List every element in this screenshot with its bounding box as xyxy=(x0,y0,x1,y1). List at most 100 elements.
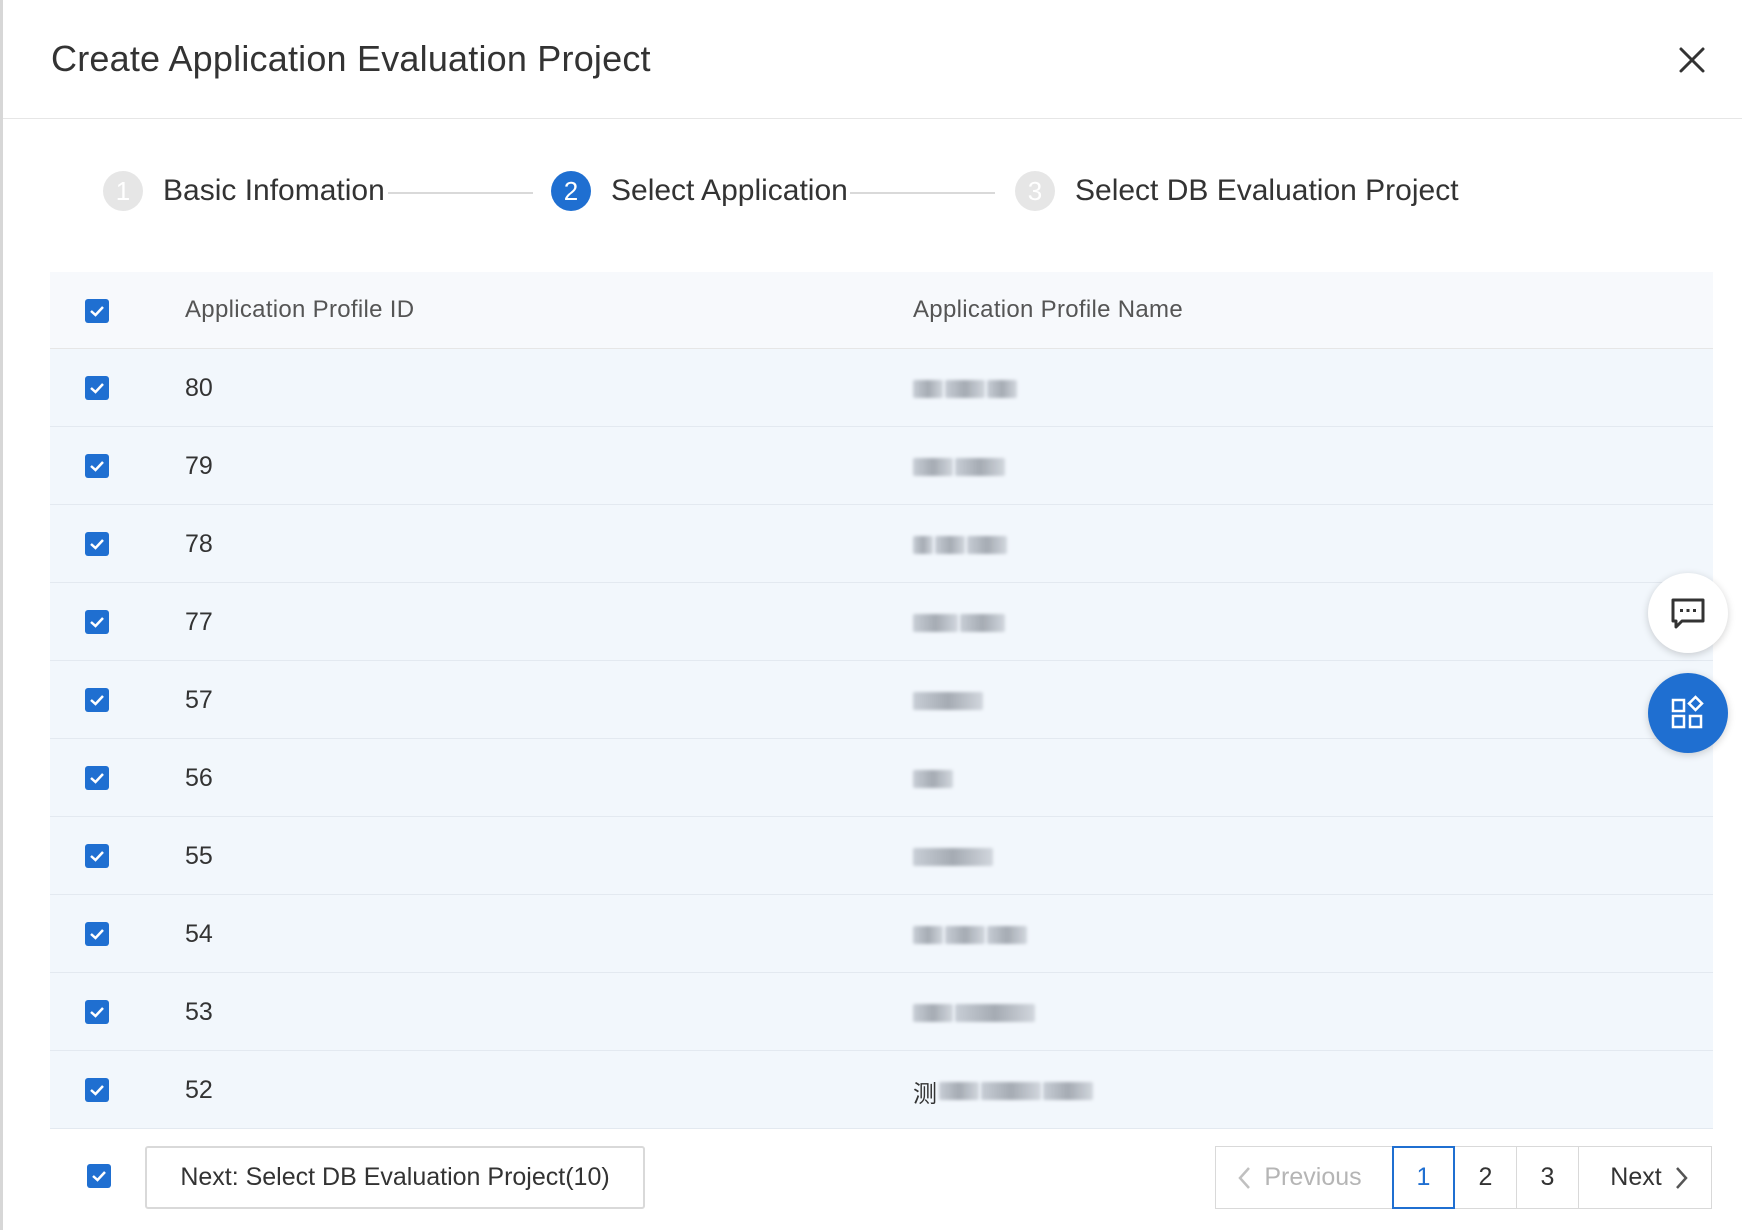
checkmark-icon xyxy=(90,1085,104,1096)
table-row[interactable]: 54 xyxy=(50,895,1713,973)
dialog-header: Create Application Evaluation Project xyxy=(3,0,1742,119)
column-header-name[interactable]: Application Profile Name xyxy=(913,296,1183,324)
redacted-text xyxy=(913,770,953,788)
table-row[interactable]: 56 xyxy=(50,739,1713,817)
step-label-1: Basic Infomation xyxy=(163,174,385,207)
chat-button[interactable] xyxy=(1648,573,1728,653)
step-select-db-project[interactable]: 3 Select DB Evaluation Project xyxy=(1015,171,1459,211)
row-checkbox[interactable] xyxy=(85,376,109,400)
chevron-left-icon xyxy=(1238,1166,1251,1189)
row-checkbox[interactable] xyxy=(85,688,109,712)
redacted-text xyxy=(913,380,943,398)
redacted-text xyxy=(945,926,985,944)
table-row[interactable]: 57 xyxy=(50,661,1713,739)
application-profile-id: 78 xyxy=(185,530,213,558)
page-1-button[interactable]: 1 xyxy=(1392,1146,1455,1209)
redacted-text xyxy=(981,1082,1041,1100)
application-table: Application Profile ID Application Profi… xyxy=(50,272,1713,1129)
close-button[interactable] xyxy=(1672,40,1712,80)
next-label: Next xyxy=(1610,1163,1662,1191)
chat-bubble-icon xyxy=(1671,598,1705,629)
step-connector xyxy=(850,192,995,194)
create-project-dialog: Create Application Evaluation Project 1 … xyxy=(3,0,1742,1230)
row-checkbox[interactable] xyxy=(85,1000,109,1024)
redacted-text xyxy=(955,1004,1035,1022)
redacted-text xyxy=(913,614,958,632)
row-checkbox[interactable] xyxy=(85,532,109,556)
page-2-button[interactable]: 2 xyxy=(1454,1146,1517,1209)
checkmark-icon xyxy=(90,773,104,784)
step-label-2: Select Application xyxy=(611,174,848,207)
select-all-checkbox[interactable] xyxy=(85,299,109,323)
application-profile-name xyxy=(913,453,1007,481)
row-checkbox[interactable] xyxy=(85,844,109,868)
table-header: Application Profile ID Application Profi… xyxy=(50,272,1713,349)
table-row[interactable]: 80 xyxy=(50,349,1713,427)
application-profile-id: 79 xyxy=(185,452,213,480)
checkmark-icon xyxy=(90,617,104,628)
checkmark-icon xyxy=(92,1171,106,1182)
checkmark-icon xyxy=(90,461,104,472)
step-connector xyxy=(388,192,533,194)
redacted-text xyxy=(913,536,933,554)
step-number-2: 2 xyxy=(551,171,591,211)
redacted-text xyxy=(987,926,1027,944)
application-profile-name xyxy=(913,765,955,793)
previous-label: Previous xyxy=(1264,1163,1362,1191)
table-row[interactable]: 78 xyxy=(50,505,1713,583)
application-profile-name xyxy=(913,843,995,871)
previous-page-button[interactable]: Previous xyxy=(1215,1146,1393,1209)
table-row[interactable]: 55 xyxy=(50,817,1713,895)
application-profile-name xyxy=(913,375,1019,403)
page-3-button[interactable]: 3 xyxy=(1516,1146,1579,1209)
redacted-text xyxy=(960,614,1005,632)
step-basic-information[interactable]: 1 Basic Infomation xyxy=(103,171,385,211)
footer-select-all-checkbox[interactable] xyxy=(87,1164,111,1188)
application-profile-name: 测 xyxy=(913,1077,1095,1108)
column-header-id[interactable]: Application Profile ID xyxy=(185,296,414,324)
application-profile-id: 57 xyxy=(185,686,213,714)
redacted-text xyxy=(935,536,965,554)
redacted-text xyxy=(913,926,943,944)
row-checkbox[interactable] xyxy=(85,766,109,790)
row-checkbox[interactable] xyxy=(85,1078,109,1102)
redacted-text xyxy=(1043,1082,1093,1100)
table-row[interactable]: 52 测 xyxy=(50,1051,1713,1129)
table-row[interactable]: 77 xyxy=(50,583,1713,661)
redacted-text xyxy=(945,380,985,398)
redacted-text xyxy=(939,1082,979,1100)
row-checkbox[interactable] xyxy=(85,922,109,946)
row-checkbox[interactable] xyxy=(85,610,109,634)
checkmark-icon xyxy=(90,695,104,706)
step-number-3: 3 xyxy=(1015,171,1055,211)
application-profile-id: 56 xyxy=(185,764,213,792)
step-label-3: Select DB Evaluation Project xyxy=(1075,174,1459,207)
application-profile-name xyxy=(913,687,985,715)
application-profile-name xyxy=(913,531,1009,559)
table-row[interactable]: 79 xyxy=(50,427,1713,505)
redacted-text xyxy=(955,458,1005,476)
apps-button[interactable] xyxy=(1648,673,1728,753)
profile-name-visible-text: 测 xyxy=(913,1080,937,1108)
apps-grid-icon xyxy=(1671,695,1704,729)
checkmark-icon xyxy=(90,383,104,394)
row-checkbox[interactable] xyxy=(85,454,109,478)
application-profile-id: 77 xyxy=(185,608,213,636)
application-profile-id: 54 xyxy=(185,920,213,948)
redacted-text xyxy=(913,458,953,476)
application-profile-id: 55 xyxy=(185,842,213,870)
redacted-text xyxy=(913,848,993,866)
checkmark-icon xyxy=(90,306,104,317)
dialog-title: Create Application Evaluation Project xyxy=(51,38,651,79)
close-icon xyxy=(1679,47,1705,73)
step-indicator: 1 Basic Infomation 2 Select Application … xyxy=(3,119,1742,269)
application-profile-id: 80 xyxy=(185,374,213,402)
next-select-db-project-button[interactable]: Next: Select DB Evaluation Project(10) xyxy=(145,1146,645,1209)
redacted-text xyxy=(967,536,1007,554)
step-select-application[interactable]: 2 Select Application xyxy=(551,171,848,211)
next-page-button[interactable]: Next xyxy=(1578,1146,1712,1209)
table-row[interactable]: 53 xyxy=(50,973,1713,1051)
step-number-1: 1 xyxy=(103,171,143,211)
checkmark-icon xyxy=(90,851,104,862)
redacted-text xyxy=(913,1004,953,1022)
